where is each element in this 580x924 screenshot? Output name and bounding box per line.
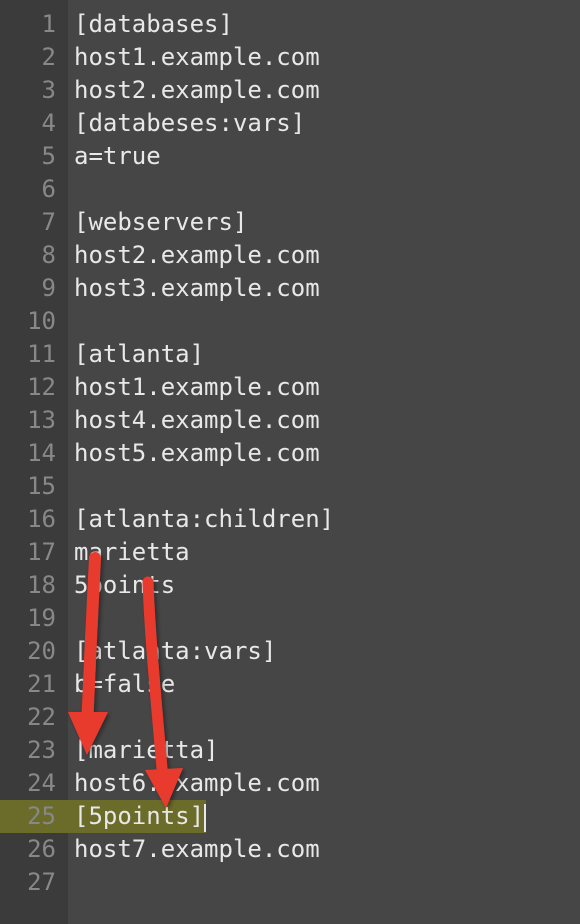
line-number: 5 <box>0 140 68 173</box>
line-number: 13 <box>0 404 68 437</box>
code-line[interactable]: host1.example.com <box>68 41 580 74</box>
code-line-current[interactable]: [5points] <box>68 800 580 833</box>
line-number: 15 <box>0 470 68 503</box>
line-number: 6 <box>0 173 68 206</box>
line-number: 24 <box>0 767 68 800</box>
line-number: 27 <box>0 866 68 899</box>
code-line[interactable]: [atlanta:children] <box>68 503 580 536</box>
line-number: 1 <box>0 8 68 41</box>
code-line[interactable]: host2.example.com <box>68 239 580 272</box>
code-line[interactable]: host1.example.com <box>68 371 580 404</box>
code-line[interactable] <box>68 602 580 635</box>
code-editor[interactable]: 1 2 3 4 5 6 7 8 9 10 11 12 13 14 15 16 1… <box>0 0 580 924</box>
line-number: 9 <box>0 272 68 305</box>
code-line[interactable]: [databases] <box>68 8 580 41</box>
code-line[interactable]: host6.example.com <box>68 767 580 800</box>
code-text: [5points] <box>74 802 204 830</box>
code-line[interactable]: [databeses:vars] <box>68 107 580 140</box>
code-line[interactable]: [webservers] <box>68 206 580 239</box>
code-line[interactable]: host5.example.com <box>68 437 580 470</box>
line-number-gutter: 1 2 3 4 5 6 7 8 9 10 11 12 13 14 15 16 1… <box>0 0 68 924</box>
code-line[interactable]: [atlanta] <box>68 338 580 371</box>
line-number: 11 <box>0 338 68 371</box>
code-line[interactable]: a=true <box>68 140 580 173</box>
code-line[interactable]: [atlanta:vars] <box>68 635 580 668</box>
line-number: 17 <box>0 536 68 569</box>
line-number: 3 <box>0 74 68 107</box>
line-number: 16 <box>0 503 68 536</box>
line-number: 18 <box>0 569 68 602</box>
line-number: 4 <box>0 107 68 140</box>
line-number: 8 <box>0 239 68 272</box>
line-number: 2 <box>0 41 68 74</box>
code-line[interactable]: b=false <box>68 668 580 701</box>
code-area[interactable]: [databases] host1.example.com host2.exam… <box>68 0 580 924</box>
line-number: 12 <box>0 371 68 404</box>
code-line[interactable]: host2.example.com <box>68 74 580 107</box>
line-number: 10 <box>0 305 68 338</box>
code-line[interactable]: host7.example.com <box>68 833 580 866</box>
line-number-current: 25 <box>0 800 68 833</box>
line-number: 14 <box>0 437 68 470</box>
line-number: 23 <box>0 734 68 767</box>
code-line[interactable]: [marietta] <box>68 734 580 767</box>
line-number: 20 <box>0 635 68 668</box>
line-number: 7 <box>0 206 68 239</box>
line-number: 26 <box>0 833 68 866</box>
code-line[interactable] <box>68 470 580 503</box>
line-number: 22 <box>0 701 68 734</box>
line-number: 21 <box>0 668 68 701</box>
line-number: 19 <box>0 602 68 635</box>
code-line[interactable]: host3.example.com <box>68 272 580 305</box>
code-line[interactable] <box>68 305 580 338</box>
code-line[interactable]: marietta <box>68 536 580 569</box>
code-line[interactable]: 5points <box>68 569 580 602</box>
code-line[interactable] <box>68 701 580 734</box>
code-line[interactable]: host4.example.com <box>68 404 580 437</box>
text-cursor <box>204 804 206 832</box>
code-line[interactable] <box>68 866 580 899</box>
code-line[interactable] <box>68 173 580 206</box>
